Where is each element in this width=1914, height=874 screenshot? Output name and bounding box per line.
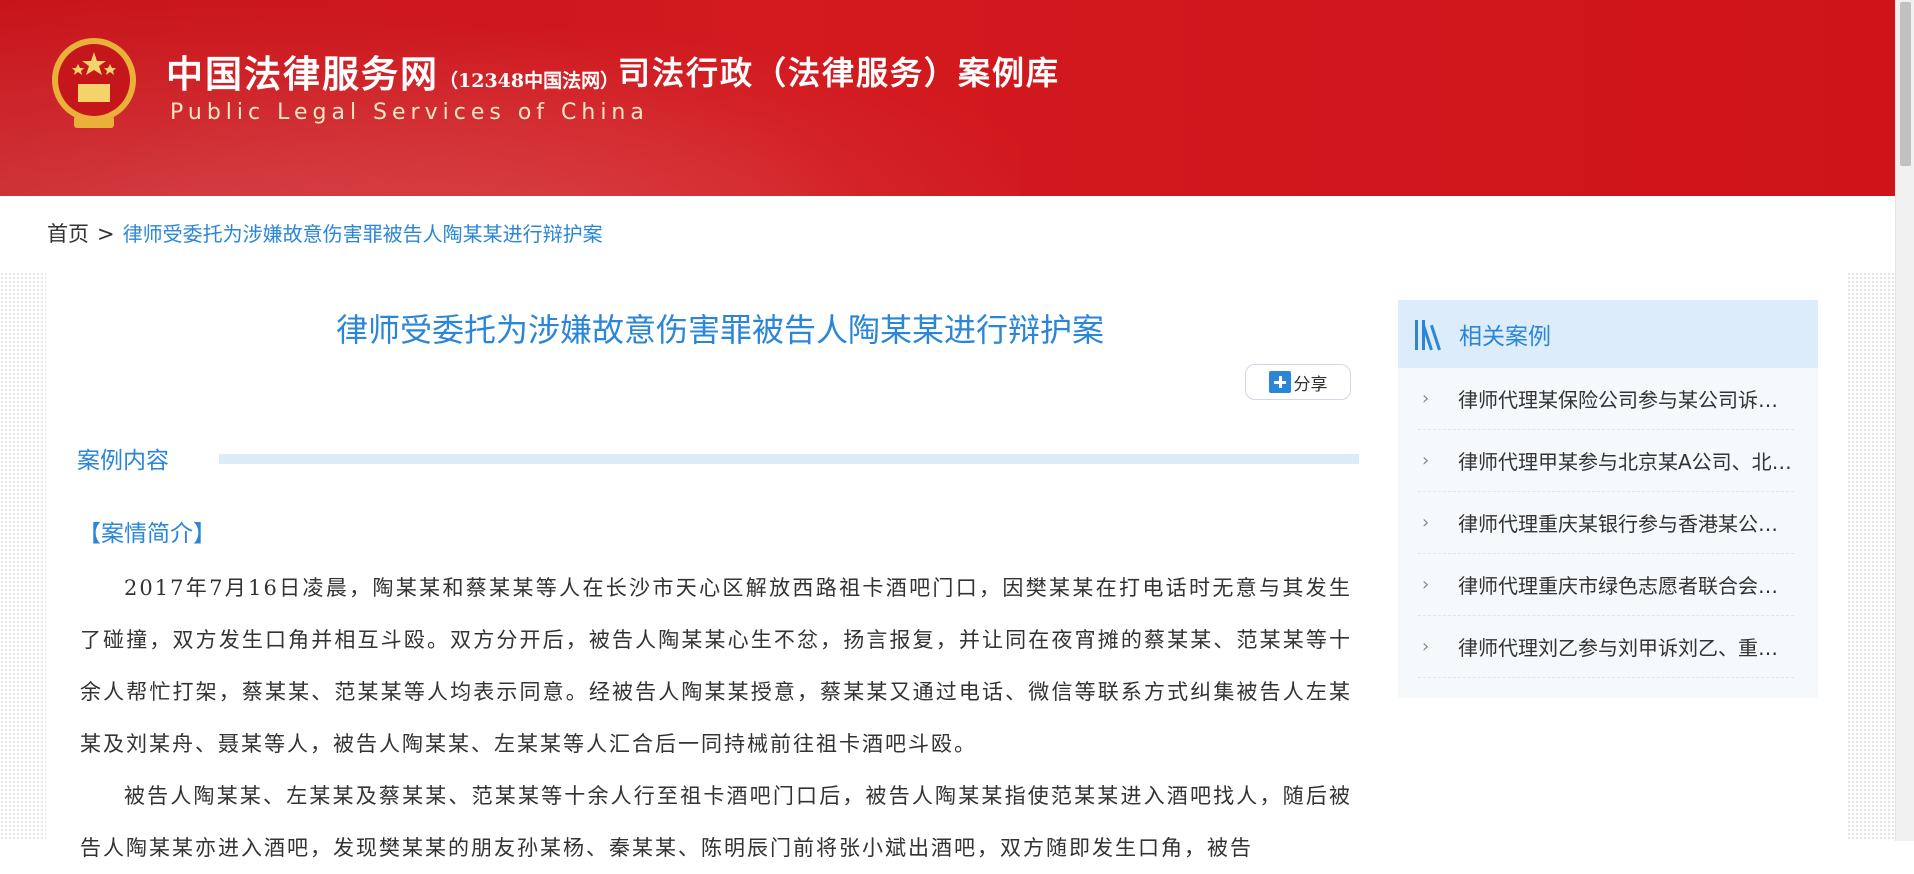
site-subtitle: Public Legal Services of China xyxy=(170,100,649,125)
related-case-item[interactable]: › 律师代理刘乙参与刘甲诉刘乙、重庆某公司纠纷案 xyxy=(1418,616,1794,678)
books-icon xyxy=(1415,318,1445,351)
site-title-suffix: （12348中国法网） xyxy=(439,70,620,92)
breadcrumb-separator: > xyxy=(97,222,115,246)
case-summary-heading: 【案情简介】 xyxy=(78,521,216,547)
plus-icon xyxy=(1268,371,1291,393)
chevron-right-icon: › xyxy=(1422,388,1430,409)
breadcrumb-home-link[interactable]: 首页 xyxy=(47,222,89,246)
site-header: 中国法律服务网（12348中国法网） Public Legal Services… xyxy=(0,0,1895,196)
breadcrumb: 首页 > 律师受委托为涉嫌故意伤害罪被告人陶某某进行辩护案 xyxy=(47,218,603,248)
related-case-item[interactable]: › 律师代理重庆市绿色志愿者联合会环境公益诉讼案 xyxy=(1418,554,1794,616)
chevron-right-icon: › xyxy=(1422,574,1430,595)
article-title: 律师受委托为涉嫌故意伤害罪被告人陶某某进行辩护案 xyxy=(335,311,1104,349)
related-cases-title: 相关案例 xyxy=(1459,324,1551,350)
dotted-background-right xyxy=(1847,272,1895,841)
related-case-link[interactable]: 律师代理某保险公司参与某公司诉某保险公司保险合同纠纷案 xyxy=(1458,384,1792,413)
related-case-item[interactable]: › 律师代理某保险公司参与某公司诉某保险公司保险合同纠纷案 xyxy=(1418,368,1794,430)
site-title[interactable]: 中国法律服务网（12348中国法网） xyxy=(166,44,619,98)
scrollbar-thumb[interactable] xyxy=(1900,2,1911,166)
related-cases-header: 相关案例 xyxy=(1398,300,1818,368)
related-case-item[interactable]: › 律师代理甲某参与北京某A公司、北京某B公司合同纠纷案 xyxy=(1418,430,1794,492)
breadcrumb-current: 律师受委托为涉嫌故意伤害罪被告人陶某某进行辩护案 xyxy=(122,222,603,246)
related-cases-list: › 律师代理某保险公司参与某公司诉某保险公司保险合同纠纷案 › 律师代理甲某参与北京… xyxy=(1398,368,1818,678)
section-label: 案例内容 xyxy=(77,448,169,474)
related-case-link[interactable]: 律师代理甲某参与北京某A公司、北京某B公司合同纠纷案 xyxy=(1458,446,1792,475)
article-paragraph: 被告人陶某某、左某某及蔡某某、范某某等十余人行至祖卡酒吧门口后，被告人陶某某指使… xyxy=(80,784,1352,860)
related-case-item[interactable]: › 律师代理重庆某银行参与香港某公司借款合同纠纷案 xyxy=(1418,492,1794,554)
section-divider xyxy=(219,454,1359,464)
chevron-right-icon: › xyxy=(1422,450,1430,471)
chevron-right-icon: › xyxy=(1422,636,1430,657)
related-case-link[interactable]: 律师代理刘乙参与刘甲诉刘乙、重庆某公司纠纷案 xyxy=(1458,632,1792,661)
share-label: 分享 xyxy=(1293,374,1328,395)
related-cases-panel: 相关案例 › 律师代理某保险公司参与某公司诉某保险公司保险合同纠纷案 › 律师代理甲… xyxy=(1398,300,1818,698)
vertical-scrollbar[interactable] xyxy=(1895,0,1914,841)
related-case-link[interactable]: 律师代理重庆某银行参与香港某公司借款合同纠纷案 xyxy=(1458,508,1792,537)
site-title-main: 中国法律服务网 xyxy=(166,52,439,96)
article-body: 2017年7月16日凌晨，陶某某和蔡某某等人在长沙市天心区解放西路祖卡酒吧门口，… xyxy=(80,562,1352,874)
article-paragraph: 2017年7月16日凌晨，陶某某和蔡某某等人在长沙市天心区解放西路祖卡酒吧门口，… xyxy=(80,576,1352,756)
share-button[interactable]: 分享 xyxy=(1245,364,1351,400)
dotted-background-left xyxy=(0,272,46,841)
related-case-link[interactable]: 律师代理重庆市绿色志愿者联合会环境公益诉讼案 xyxy=(1458,570,1792,599)
chevron-right-icon: › xyxy=(1422,512,1430,533)
national-emblem-icon xyxy=(52,38,136,128)
library-title[interactable]: 司法行政（法律服务）案例库 xyxy=(618,48,1060,94)
